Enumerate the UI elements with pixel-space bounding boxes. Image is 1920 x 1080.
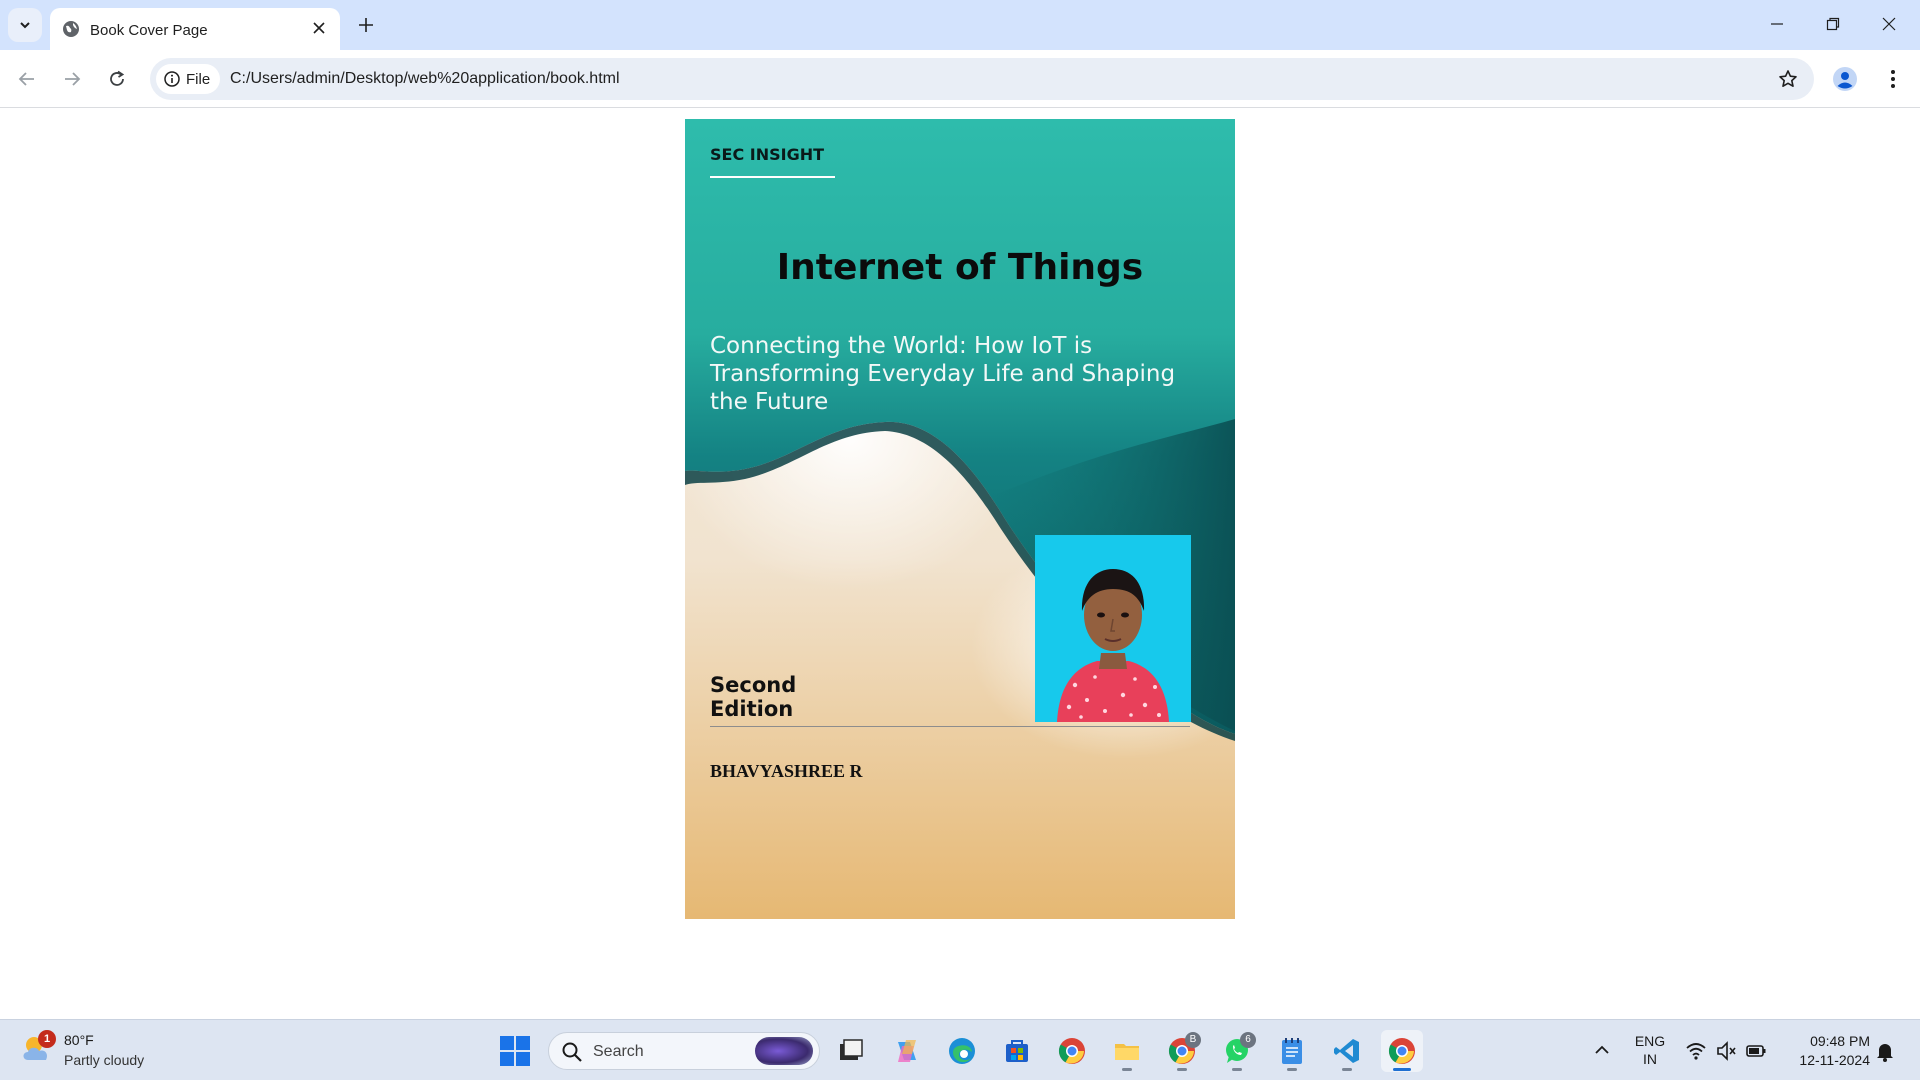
whatsapp-button[interactable]: 6 [1216, 1030, 1258, 1072]
address-bar[interactable]: File C:/Users/admin/Desktop/web%20applic… [150, 58, 1814, 100]
minimize-button[interactable] [1754, 6, 1800, 42]
windows-start-icon[interactable] [498, 1034, 532, 1068]
notepad-button[interactable] [1271, 1030, 1313, 1072]
clock-date: 12-11-2024 [1799, 1052, 1870, 1068]
system-clock[interactable]: 09:48 PM 12-11-2024 [1780, 1032, 1870, 1070]
notification-bell-icon[interactable] [1874, 1040, 1896, 1062]
chevron-up-icon[interactable] [1590, 1038, 1614, 1062]
input-language[interactable]: ENG IN [1628, 1032, 1672, 1068]
publisher-name: SEC INSIGHT [710, 145, 825, 164]
running-indicator [1342, 1068, 1352, 1071]
avatar-icon [1833, 67, 1857, 91]
author-photo [1035, 535, 1191, 722]
search-highlight-image [755, 1037, 813, 1065]
chevron-down-icon [20, 22, 30, 29]
back-button[interactable] [10, 62, 44, 96]
restore-button[interactable] [1810, 6, 1856, 42]
author-portrait-image [1035, 535, 1191, 722]
weather-description: Partly cloudy [64, 1052, 145, 1068]
minimize-icon [1771, 23, 1783, 25]
tab-search-button[interactable] [8, 8, 42, 42]
vscode-button[interactable] [1326, 1030, 1368, 1072]
notepad-icon [1282, 1038, 1302, 1064]
book-cover: SEC INSIGHT Internet of Things Connectin… [685, 119, 1235, 919]
edition-divider [710, 726, 1190, 727]
search-icon [562, 1042, 582, 1062]
site-info-chip[interactable]: File [156, 64, 221, 94]
task-view-button[interactable] [830, 1030, 872, 1072]
chrome-profile-button[interactable]: B [1161, 1030, 1203, 1072]
chrome-icon [1058, 1038, 1085, 1064]
chrome-button[interactable] [1051, 1030, 1093, 1072]
arrow-left-icon [18, 72, 34, 86]
book-subtitle: Connecting the World: How IoT is Transfo… [710, 333, 1176, 415]
browser-tab[interactable]: Book Cover Page [50, 8, 340, 50]
forward-button[interactable] [55, 62, 89, 96]
folder-icon [1115, 1044, 1139, 1060]
publisher-underline [710, 176, 835, 178]
copilot-icon [898, 1040, 916, 1062]
new-tab-button[interactable] [353, 12, 379, 38]
book-edition: Second Edition [710, 673, 797, 721]
vscode-icon [1334, 1039, 1359, 1063]
page-viewport: SEC INSIGHT Internet of Things Connectin… [0, 109, 1920, 1019]
store-icon [1006, 1040, 1028, 1062]
star-icon [1779, 70, 1797, 87]
windows-taskbar: 1 80°F Partly cloudy Search B 6 ENG IN 0… [0, 1019, 1920, 1080]
close-icon [1882, 17, 1896, 31]
globe-icon [63, 21, 79, 37]
weather-widget[interactable]: 1 80°F Partly cloudy [20, 1028, 170, 1072]
close-window-button[interactable] [1866, 6, 1912, 42]
profile-button[interactable] [1830, 64, 1860, 94]
more-vertical-icon [1891, 70, 1895, 88]
close-icon [313, 22, 325, 34]
weather-notification-badge: 1 [38, 1030, 56, 1048]
chrome-active-button[interactable] [1381, 1030, 1423, 1072]
running-indicator [1232, 1068, 1242, 1071]
plus-icon [359, 18, 373, 32]
copilot-button[interactable] [886, 1030, 928, 1072]
file-explorer-button[interactable] [1106, 1030, 1148, 1072]
browser-tab-strip: Book Cover Page [0, 0, 1920, 50]
bookmark-button[interactable] [1776, 67, 1800, 91]
tab-title: Book Cover Page [90, 22, 208, 39]
search-label: Search [593, 1043, 644, 1060]
running-indicator [1287, 1068, 1297, 1071]
weather-temperature: 80°F [64, 1032, 94, 1048]
profile-badge: B [1185, 1032, 1201, 1048]
restore-icon [1826, 17, 1840, 31]
edge-icon [949, 1038, 975, 1064]
active-indicator [1393, 1068, 1411, 1071]
running-indicator [1177, 1068, 1187, 1071]
wifi-icon[interactable] [1685, 1040, 1707, 1062]
region-code: IN [1643, 1051, 1657, 1067]
taskbar-search[interactable]: Search [548, 1032, 820, 1070]
battery-icon[interactable] [1745, 1040, 1767, 1062]
notification-count-badge: 6 [1240, 1032, 1256, 1048]
edge-button[interactable] [941, 1030, 983, 1072]
clock-time: 09:48 PM [1810, 1033, 1870, 1049]
browser-menu-button[interactable] [1878, 64, 1908, 94]
book-title: Internet of Things [776, 247, 1144, 288]
tab-close-button[interactable] [308, 17, 330, 39]
reload-button[interactable] [100, 62, 134, 96]
language-code: ENG [1634, 1033, 1666, 1049]
arrow-right-icon [65, 72, 81, 86]
speaker-muted-icon[interactable] [1715, 1040, 1737, 1062]
site-info-label: File [186, 70, 211, 88]
task-view-icon [840, 1039, 863, 1060]
cover-background-wave [685, 119, 1235, 741]
browser-toolbar: File C:/Users/admin/Desktop/web%20applic… [0, 50, 1920, 108]
book-author: BHAVYASHREE R [710, 761, 863, 781]
info-icon [164, 71, 180, 87]
url-text[interactable]: C:/Users/admin/Desktop/web%20application… [230, 70, 620, 88]
chrome-icon [1388, 1038, 1415, 1064]
store-button[interactable] [996, 1030, 1038, 1072]
reload-icon [110, 70, 125, 86]
running-indicator [1122, 1068, 1132, 1071]
